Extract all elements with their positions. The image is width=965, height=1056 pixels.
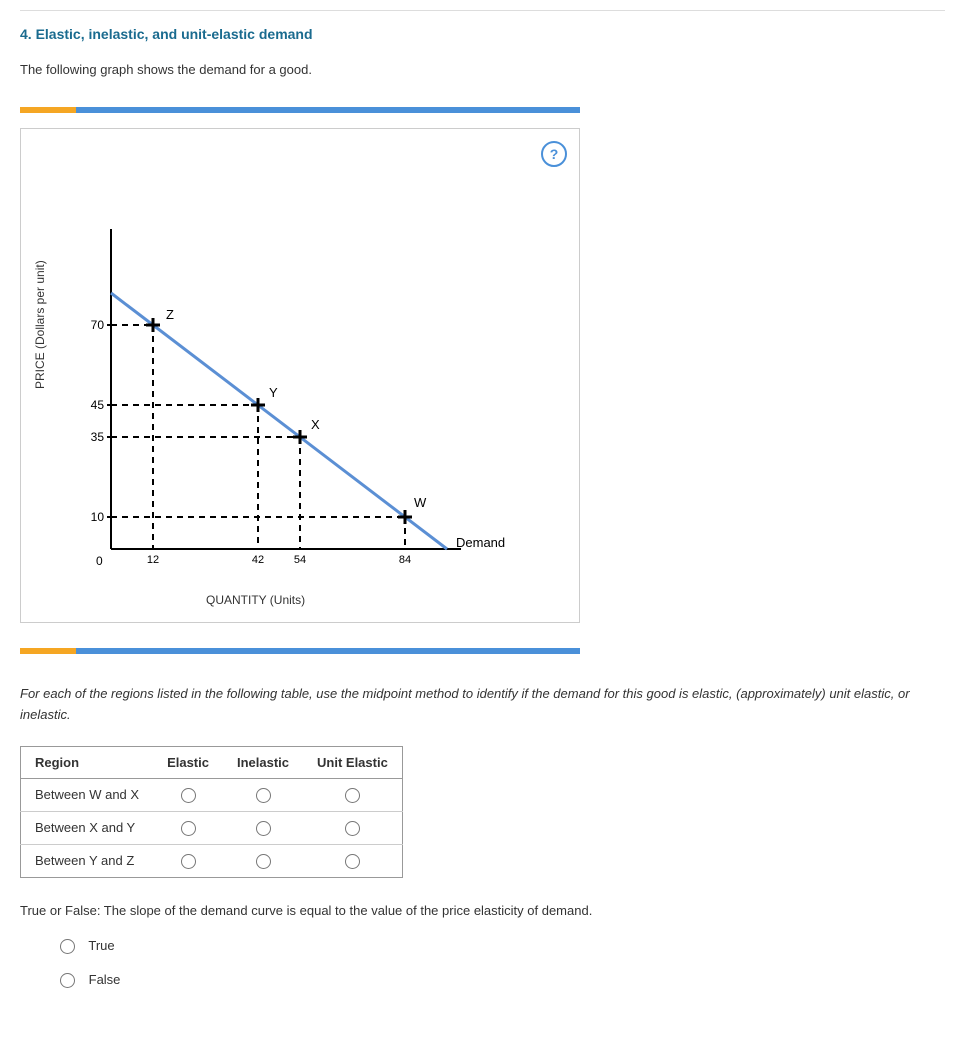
point-y: Y [251, 385, 278, 412]
radio-xy-inelastic[interactable] [256, 821, 271, 836]
true-label: True [88, 938, 114, 953]
tf-true-option[interactable]: True [60, 938, 945, 954]
table-row: Between W and X [21, 778, 403, 811]
table-row: Between Y and Z [21, 844, 403, 877]
x-tick-84: 84 [399, 554, 411, 566]
radio-wx-inelastic[interactable] [256, 788, 271, 803]
radio-false[interactable] [60, 973, 75, 988]
radio-true[interactable] [60, 939, 75, 954]
x-tick-42: 42 [252, 554, 264, 566]
y-tick-70: 70 [91, 318, 105, 332]
radio-xy-elastic[interactable] [181, 821, 196, 836]
tf-question: True or False: The slope of the demand c… [20, 903, 945, 918]
svg-text:X: X [311, 417, 320, 432]
point-z: Z [146, 307, 174, 332]
point-x: X [293, 417, 320, 444]
col-region: Region [21, 746, 154, 778]
top-divider [20, 10, 945, 11]
intro-text: The following graph shows the demand for… [20, 62, 945, 77]
y-tick-45: 45 [91, 398, 105, 412]
elasticity-table: Region Elastic Inelastic Unit Elastic Be… [20, 746, 403, 878]
col-elastic: Elastic [153, 746, 223, 778]
rule-bottom [20, 648, 580, 654]
radio-xy-unit[interactable] [345, 821, 360, 836]
demand-chart-svg: 70 45 35 10 0 12 42 54 84 [66, 209, 526, 609]
x-tick-12: 12 [147, 554, 159, 566]
region-label: Between X and Y [21, 811, 154, 844]
x-tick-54: 54 [294, 554, 306, 566]
chart-area: 70 45 35 10 0 12 42 54 84 [66, 209, 526, 609]
point-w: W [398, 495, 427, 524]
col-unit-elastic: Unit Elastic [303, 746, 402, 778]
question-title: 4. Elastic, inelastic, and unit-elastic … [20, 26, 945, 42]
rule-top [20, 107, 580, 113]
demand-label: Demand [456, 535, 505, 550]
origin-label: 0 [96, 554, 103, 568]
radio-yz-elastic[interactable] [181, 854, 196, 869]
demand-line [111, 293, 447, 549]
radio-yz-inelastic[interactable] [256, 854, 271, 869]
tf-false-option[interactable]: False [60, 972, 945, 988]
y-tick-10: 10 [91, 510, 105, 524]
y-tick-35: 35 [91, 430, 105, 444]
graph-section: ? PRICE (Dollars per unit) 70 45 35 10 0 [20, 107, 945, 654]
svg-text:Z: Z [166, 307, 174, 322]
x-axis-label: QUANTITY (Units) [206, 593, 305, 607]
radio-yz-unit[interactable] [345, 854, 360, 869]
help-icon[interactable]: ? [541, 141, 567, 167]
false-label: False [89, 972, 121, 987]
radio-wx-unit[interactable] [345, 788, 360, 803]
region-label: Between W and X [21, 778, 154, 811]
instruction-text: For each of the regions listed in the fo… [20, 684, 945, 726]
region-label: Between Y and Z [21, 844, 154, 877]
table-row: Between X and Y [21, 811, 403, 844]
y-axis-label: PRICE (Dollars per unit) [33, 260, 47, 389]
graph-container: ? PRICE (Dollars per unit) 70 45 35 10 0 [20, 128, 580, 623]
tf-options: True False [60, 938, 945, 988]
radio-wx-elastic[interactable] [181, 788, 196, 803]
col-inelastic: Inelastic [223, 746, 303, 778]
svg-text:W: W [414, 495, 427, 510]
svg-text:Y: Y [269, 385, 278, 400]
